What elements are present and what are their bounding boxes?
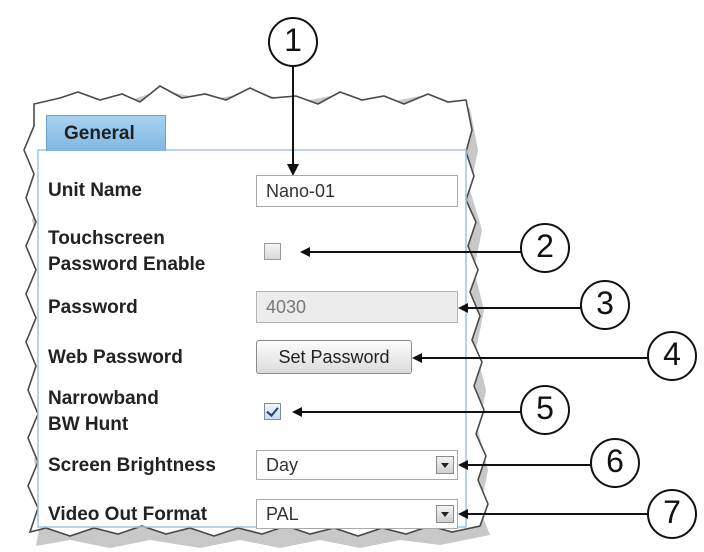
video-out-format-label: Video Out Format bbox=[48, 504, 208, 525]
video-out-format-value: PAL bbox=[266, 503, 299, 524]
narrowband-label-line2: BW Hunt bbox=[48, 414, 129, 435]
web-password-label: Web Password bbox=[48, 347, 183, 368]
touchscreen-label: Touchscreen Password Enable bbox=[48, 226, 205, 278]
video-out-format-select[interactable]: PAL bbox=[256, 499, 458, 529]
password-label: Password bbox=[48, 297, 138, 318]
screen-brightness-label: Screen Brightness bbox=[48, 455, 216, 476]
narrowband-label-line1: Narrowband bbox=[48, 388, 159, 409]
callout-number-6: 6 bbox=[606, 443, 624, 479]
narrowband-label: Narrowband BW Hunt bbox=[48, 386, 159, 438]
touchscreen-label-line2: Password Enable bbox=[48, 254, 206, 275]
screen-brightness-value: Day bbox=[266, 454, 299, 475]
callout-number-4: 4 bbox=[663, 336, 681, 372]
touchscreen-label-line1: Touchscreen bbox=[48, 228, 165, 249]
callout-number-1: 1 bbox=[284, 22, 302, 58]
set-password-button[interactable]: Set Password bbox=[256, 340, 412, 374]
touchscreen-password-checkbox[interactable] bbox=[264, 243, 281, 260]
tab-general[interactable]: General bbox=[46, 115, 166, 151]
callout-number-2: 2 bbox=[536, 228, 554, 264]
narrowband-bw-hunt-checkbox[interactable] bbox=[264, 403, 281, 420]
callout-number-5: 5 bbox=[536, 390, 554, 426]
chevron-down-icon[interactable] bbox=[436, 456, 454, 474]
password-input[interactable]: 4030 bbox=[256, 291, 458, 323]
chevron-down-icon[interactable] bbox=[436, 505, 454, 523]
callout-number-3: 3 bbox=[596, 285, 614, 321]
unit-name-input[interactable]: Nano-01 bbox=[256, 175, 458, 207]
unit-name-label: Unit Name bbox=[48, 180, 142, 201]
callout-number-7: 7 bbox=[663, 494, 681, 530]
screen-brightness-select[interactable]: Day bbox=[256, 450, 458, 480]
